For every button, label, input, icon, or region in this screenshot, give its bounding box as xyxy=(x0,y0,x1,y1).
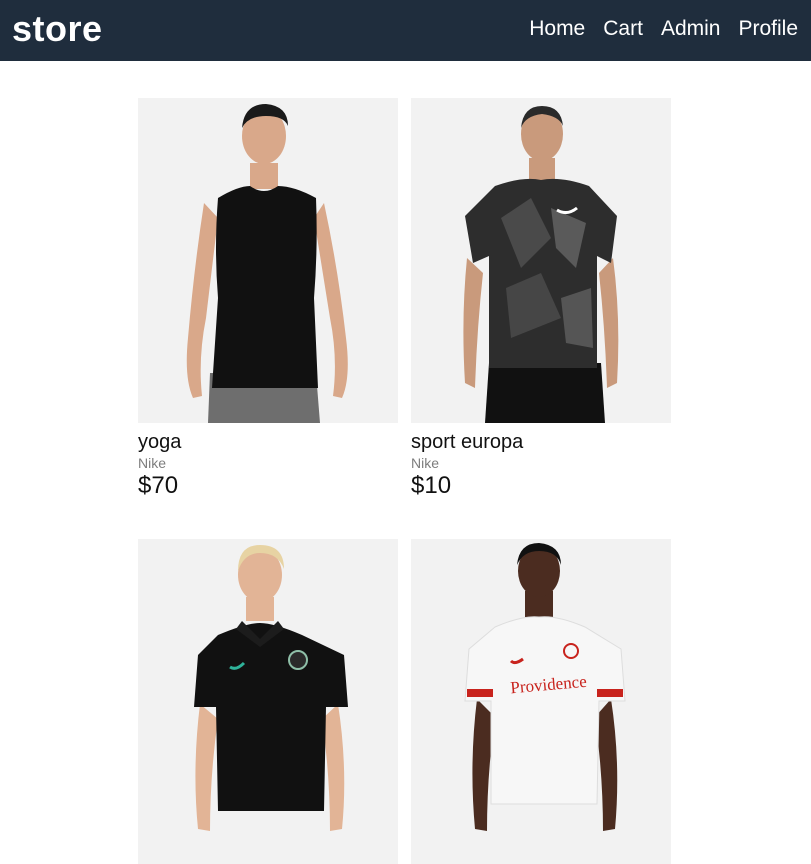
camo-tshirt-model-illustration xyxy=(411,98,671,423)
product-image-white-jersey[interactable]: Providence xyxy=(411,539,671,864)
top-navbar: store Home Cart Admin Profile xyxy=(0,0,811,61)
product-card[interactable]: sport europa Nike $10 xyxy=(411,98,671,500)
black-tank-model-illustration xyxy=(138,98,398,423)
store-logo-link[interactable]: store xyxy=(12,8,103,50)
black-polo-model-illustration xyxy=(138,539,398,864)
white-jersey-model-illustration: Providence xyxy=(411,539,671,864)
product-title[interactable]: sport europa xyxy=(411,431,671,453)
nav-profile-link[interactable]: Profile xyxy=(738,17,798,41)
product-brand: Nike xyxy=(411,455,440,471)
nav-admin-link[interactable]: Admin xyxy=(661,17,721,41)
product-price: $10 xyxy=(411,472,452,499)
product-image-yoga[interactable] xyxy=(138,98,398,423)
product-title[interactable]: yoga xyxy=(138,431,398,453)
product-card[interactable]: yoga Nike $70 xyxy=(138,98,398,500)
product-price: $70 xyxy=(138,472,179,499)
nav-home-link[interactable]: Home xyxy=(529,17,585,41)
nav-cart-link[interactable]: Cart xyxy=(603,17,643,41)
product-brand: Nike xyxy=(138,455,167,471)
product-image-sport-europa[interactable] xyxy=(411,98,671,423)
nav-links: Home Cart Admin Profile xyxy=(529,17,798,41)
product-card[interactable]: Providence xyxy=(411,539,671,864)
product-image-black-polo[interactable] xyxy=(138,539,398,864)
product-card[interactable] xyxy=(138,539,398,864)
